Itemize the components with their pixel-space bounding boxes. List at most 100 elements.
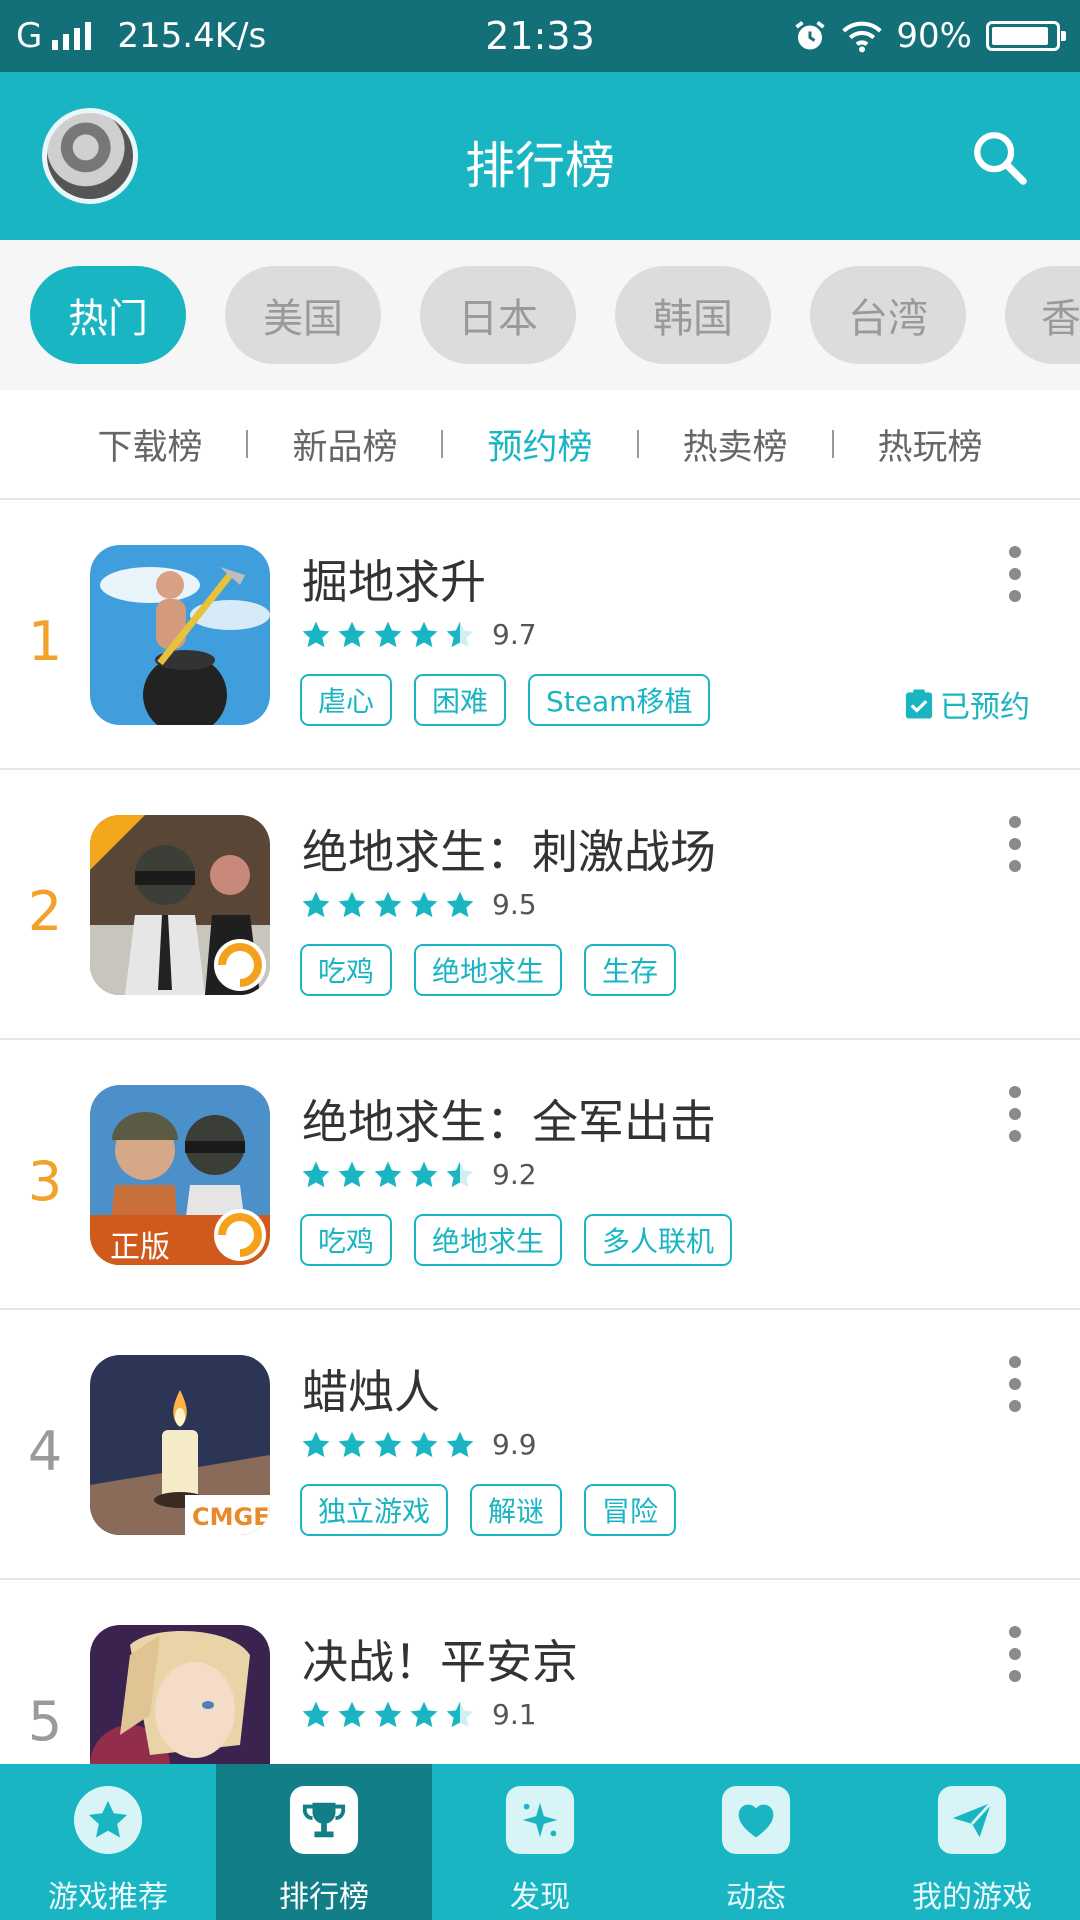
star-full-icon [410, 621, 438, 647]
star-half-icon [446, 1701, 474, 1727]
star-full-icon [302, 621, 330, 647]
rating-score: 9.2 [492, 1158, 537, 1191]
status-bar: G 215.4K/s 21:33 90% [0, 0, 1080, 72]
star-full-icon [338, 621, 366, 647]
star-icon [74, 1786, 142, 1854]
tab-new[interactable]: 新品榜 [248, 419, 441, 470]
rank-tabs: 下载榜 新品榜 预约榜 热卖榜 热玩榜 [0, 390, 1080, 500]
nav-item-recommend[interactable]: 游戏推荐 [0, 1764, 216, 1920]
tab-mostplayed[interactable]: 热玩榜 [834, 419, 1027, 470]
tab-bestseller[interactable]: 热卖榜 [639, 419, 832, 470]
list-item[interactable]: 1 掘地求升 9.7 虐心 困难 Steam移植 已预约 [0, 500, 1080, 770]
star-full-icon [374, 1161, 402, 1187]
game-name: 决战！平安京 [302, 1635, 578, 1689]
rank-number: 4 [27, 1420, 63, 1483]
tag[interactable]: 困难 [414, 674, 507, 726]
region-chip-hongkong[interactable]: 香 [1005, 266, 1080, 364]
more-options-icon[interactable] [1000, 546, 1030, 602]
rank-number: 2 [27, 880, 63, 943]
wifi-icon [842, 21, 883, 53]
tag[interactable]: Steam移植 [528, 674, 711, 726]
star-full-icon [374, 1431, 402, 1457]
region-chip-hot[interactable]: 热门 [30, 266, 186, 364]
tag-list: 虐心 困难 Steam移植 [300, 674, 711, 726]
reserved-status[interactable]: 已预约 [904, 682, 1030, 726]
nav-label: 我的游戏 [912, 1880, 1032, 1915]
icon-badge-text: CMGE [192, 1503, 270, 1531]
rating-score: 9.7 [492, 618, 537, 651]
nav-label: 游戏推荐 [48, 1880, 168, 1915]
tag[interactable]: 吃鸡 [300, 1214, 393, 1266]
tag[interactable]: 解谜 [470, 1484, 563, 1536]
game-icon [90, 545, 270, 725]
tag-list: 独立游戏 解谜 冒险 [300, 1484, 677, 1536]
game-icon [90, 815, 270, 995]
star-full-icon [446, 1431, 474, 1457]
more-options-icon[interactable] [1000, 1086, 1030, 1142]
tag[interactable]: 冒险 [584, 1484, 677, 1536]
region-chip-taiwan[interactable]: 台湾 [810, 266, 966, 364]
star-full-icon [410, 1161, 438, 1187]
nav-item-discover[interactable]: 发现 [432, 1764, 648, 1920]
tag[interactable]: 多人联机 [584, 1214, 733, 1266]
status-right: 90% [792, 16, 1066, 56]
page-title: 排行榜 [465, 137, 615, 195]
star-full-icon [410, 1431, 438, 1457]
nav-label: 排行榜 [279, 1880, 369, 1915]
star-full-icon [302, 1701, 330, 1727]
bottom-nav: 游戏推荐 排行榜 发现 动态 我的游戏 [0, 1764, 1080, 1920]
alarm-icon [795, 21, 826, 50]
list-item[interactable]: 3 正版 绝地求生：全军出击 9.2 吃鸡 绝地求生 多人联机 [0, 1040, 1080, 1310]
game-name: 绝地求生：刺激战场 [302, 825, 716, 879]
heart-icon [722, 1786, 790, 1854]
game-name: 掘地求升 [302, 555, 486, 609]
star-full-icon [302, 1161, 330, 1187]
region-chip-korea[interactable]: 韩国 [615, 266, 771, 364]
tag[interactable]: 生存 [584, 944, 677, 996]
nav-item-my-games[interactable]: 我的游戏 [864, 1764, 1080, 1920]
star-half-icon [446, 1161, 474, 1187]
star-full-icon [446, 891, 474, 917]
tag[interactable]: 虐心 [300, 674, 393, 726]
region-filter-bar: 热门 美国 日本 韩国 台湾 香 [0, 240, 1080, 390]
paper-plane-icon [938, 1786, 1006, 1854]
nav-item-ranking[interactable]: 排行榜 [216, 1764, 432, 1920]
app-header: 排行榜 [0, 72, 1080, 240]
rating-score: 9.5 [492, 888, 537, 921]
more-options-icon[interactable] [1000, 816, 1030, 872]
battery-icon [986, 21, 1066, 51]
region-chip-japan[interactable]: 日本 [420, 266, 576, 364]
star-half-icon [446, 621, 474, 647]
star-full-icon [338, 1161, 366, 1187]
game-name: 蜡烛人 [302, 1365, 440, 1419]
battery-percent: 90% [896, 16, 972, 56]
tag[interactable]: 绝地求生 [414, 944, 563, 996]
list-item[interactable]: 2 绝地求生：刺激战场 9.5 吃鸡 绝地求生 生存 [0, 770, 1080, 1040]
star-full-icon [374, 621, 402, 647]
star-full-icon [374, 1701, 402, 1727]
region-chip-usa[interactable]: 美国 [225, 266, 381, 364]
more-options-icon[interactable] [1000, 1356, 1030, 1412]
rank-number: 3 [27, 1150, 63, 1213]
rating-stars: 9.2 [300, 1158, 537, 1191]
tab-preorder[interactable]: 预约榜 [443, 419, 636, 470]
tab-downloads[interactable]: 下载榜 [53, 419, 246, 470]
icon-badge-text: 正版 [110, 1230, 170, 1265]
star-full-icon [374, 891, 402, 917]
search-icon[interactable] [970, 128, 1028, 186]
game-icon: 正版 [90, 1085, 270, 1265]
nav-item-activity[interactable]: 动态 [648, 1764, 864, 1920]
nav-label: 发现 [510, 1880, 570, 1915]
rank-number: 5 [27, 1690, 63, 1753]
clipboard-check-icon [905, 689, 933, 719]
list-item[interactable]: 4 CMGE 蜡烛人 9.9 独立游戏 解谜 冒险 [0, 1310, 1080, 1580]
rating-stars: 9.1 [300, 1698, 537, 1731]
rating-score: 9.9 [492, 1428, 537, 1461]
tag[interactable]: 吃鸡 [300, 944, 393, 996]
star-full-icon [338, 1431, 366, 1457]
game-icon: CMGE [90, 1355, 270, 1535]
tag[interactable]: 绝地求生 [414, 1214, 563, 1266]
more-options-icon[interactable] [1000, 1626, 1030, 1682]
tag[interactable]: 独立游戏 [300, 1484, 449, 1536]
rating-stars: 9.5 [300, 888, 537, 921]
